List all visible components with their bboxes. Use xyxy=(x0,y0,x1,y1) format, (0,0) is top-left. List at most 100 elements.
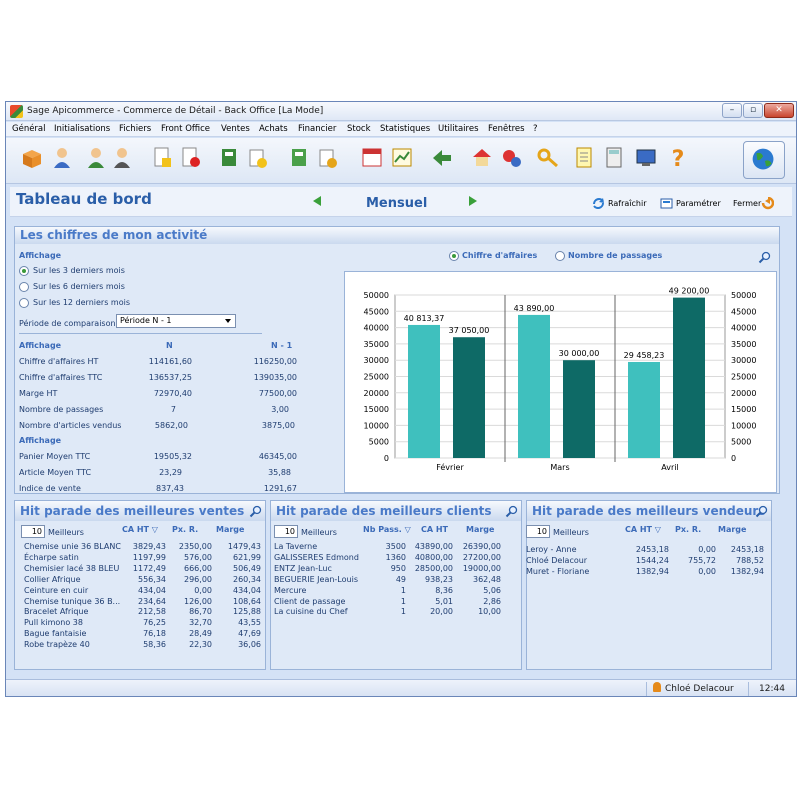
back-icon[interactable] xyxy=(430,144,454,172)
window-title: Sage Apicommerce - Commerce de Détail - … xyxy=(27,106,324,116)
menu-stock[interactable]: Stock xyxy=(347,124,371,134)
close-dashboard-button[interactable]: Fermer xyxy=(733,199,761,208)
y-tick-label: 35000 xyxy=(364,340,389,349)
list-item-name[interactable]: Mercure xyxy=(274,586,306,595)
menu-ventes[interactable]: Ventes xyxy=(221,124,250,134)
col-marge[interactable]: Marge xyxy=(466,525,494,534)
row-ca-ht-n1: 116250,00 xyxy=(253,357,297,366)
radio-visits[interactable] xyxy=(555,251,565,261)
invoice-icon[interactable] xyxy=(178,144,202,172)
list-item-name[interactable]: Muret - Floriane xyxy=(526,567,589,576)
col-ca-ht[interactable]: CA HT ▽ xyxy=(122,525,158,534)
list-item-name[interactable]: Robe trapèze 40 xyxy=(24,640,90,649)
menu-general[interactable]: Général xyxy=(12,124,46,134)
period-title: Mensuel xyxy=(366,196,428,211)
row-articles-label: Nombre d'articles vendus xyxy=(19,421,122,430)
exit-icon[interactable] xyxy=(761,197,774,210)
previous-period-arrow[interactable] xyxy=(313,196,321,206)
col-marge[interactable]: Marge xyxy=(216,525,244,534)
menu-statistiques[interactable]: Statistiques xyxy=(380,124,430,134)
help-icon[interactable]: ? xyxy=(666,144,690,172)
list-item-name[interactable]: Collier Afrique xyxy=(24,575,81,584)
list-item-name[interactable]: Écharpe satin xyxy=(24,553,79,562)
calculator-icon[interactable] xyxy=(602,144,626,172)
top-sales-count-label: Meilleurs xyxy=(48,528,84,537)
calendar-icon[interactable] xyxy=(360,144,384,172)
seller-icon[interactable] xyxy=(84,144,108,172)
list-item-name[interactable]: Ceinture en cuir xyxy=(24,586,88,595)
radio-revenue[interactable] xyxy=(449,251,459,261)
list-item-name[interactable]: ENTZ Jean-Luc xyxy=(274,564,332,573)
col-px-r[interactable]: Px. R. xyxy=(675,525,701,534)
top-sellers-count[interactable]: 10 xyxy=(526,525,550,538)
list-item-name[interactable]: Chloé Delacour xyxy=(526,556,587,565)
screen-icon[interactable] xyxy=(634,144,658,172)
row-indice-n1: 1291,67 xyxy=(263,484,297,493)
next-period-arrow[interactable] xyxy=(469,196,477,206)
revenue-chart: 0 0 5000 5000 10000 10000 15000 15000 20000 20000… xyxy=(344,271,777,493)
list-item-name[interactable]: La cuisine du Chef xyxy=(274,607,348,616)
top-sellers-title: Hit parade des meilleurs vendeurs xyxy=(527,501,771,521)
column-n1: N - 1 xyxy=(271,341,293,350)
y-tick-label: 40000 xyxy=(364,324,389,333)
menu-financier[interactable]: Financier xyxy=(298,124,336,134)
bar xyxy=(673,297,705,458)
document-icon[interactable] xyxy=(150,144,174,172)
settings-button[interactable]: Paramétrer xyxy=(676,199,721,208)
list-item-name[interactable]: Bague fantaisie xyxy=(24,629,86,638)
search-icon[interactable] xyxy=(505,505,518,518)
radio-6-months[interactable] xyxy=(19,282,29,292)
menu-fenetres[interactable]: Fenêtres xyxy=(488,124,525,134)
comparison-select[interactable]: Période N - 1 xyxy=(116,314,236,328)
maximize-button[interactable]: ▫ xyxy=(743,103,763,118)
search-icon[interactable] xyxy=(249,505,262,518)
radio-3-months[interactable] xyxy=(19,266,29,276)
menu-help[interactable]: ? xyxy=(533,124,538,134)
menu-front-office[interactable]: Front Office xyxy=(161,124,210,134)
y-tick-label: 50000 xyxy=(364,291,389,300)
refresh-icon[interactable] xyxy=(592,197,605,210)
money-user-icon[interactable] xyxy=(500,144,524,172)
zoom-chart-icon[interactable] xyxy=(758,251,771,264)
minimize-button[interactable]: – xyxy=(722,103,742,118)
search-icon[interactable] xyxy=(755,505,768,518)
menu-fichiers[interactable]: Fichiers xyxy=(119,124,151,134)
notes-icon[interactable] xyxy=(572,144,596,172)
top-clients-count[interactable]: 10 xyxy=(274,525,298,538)
col-marge[interactable]: Marge xyxy=(718,525,746,534)
close-window-button[interactable]: ✕ xyxy=(764,103,794,118)
globe-button[interactable] xyxy=(743,141,785,179)
box-icon[interactable] xyxy=(20,144,44,172)
col-ca-ht[interactable]: CA HT ▽ xyxy=(625,525,661,534)
list-item-name[interactable]: Pull kimono 38 xyxy=(24,618,83,627)
refresh-button[interactable]: Rafraîchir xyxy=(608,199,647,208)
list-item-name[interactable]: Leroy - Anne xyxy=(526,545,577,554)
list-item-name[interactable]: Bracelet Afrique xyxy=(24,607,88,616)
home-icon[interactable] xyxy=(470,144,494,172)
list-item-name[interactable]: Client de passage xyxy=(274,597,345,606)
list-item-value: 10,00 xyxy=(478,607,501,617)
menu-achats[interactable]: Achats xyxy=(259,124,288,134)
order-icon[interactable] xyxy=(288,144,312,172)
bar xyxy=(563,360,595,458)
list-item-name[interactable]: La Taverne xyxy=(274,542,317,551)
top-sales-count[interactable]: 10 xyxy=(21,525,45,538)
user-icon[interactable] xyxy=(110,144,134,172)
col-px-r[interactable]: Px. R. xyxy=(172,525,198,534)
settings-icon[interactable] xyxy=(660,197,673,210)
coins-icon[interactable] xyxy=(316,144,340,172)
register-icon[interactable] xyxy=(218,144,242,172)
col-nb-pass[interactable]: Nb Pass. ▽ xyxy=(363,525,411,534)
chart-icon[interactable] xyxy=(390,144,414,172)
menu-utilitaires[interactable]: Utilitaires xyxy=(438,124,479,134)
row-articles-n: 5862,00 xyxy=(154,421,188,430)
key-icon[interactable] xyxy=(536,144,560,172)
cash-icon[interactable] xyxy=(246,144,270,172)
client-icon[interactable] xyxy=(50,144,74,172)
radio-12-months[interactable] xyxy=(19,298,29,308)
data-label: 29 458,23 xyxy=(624,351,665,360)
col-ca-ht[interactable]: CA HT xyxy=(421,525,448,534)
title-bar[interactable]: Sage Apicommerce - Commerce de Détail - … xyxy=(6,102,796,121)
menu-initialisations[interactable]: Initialisations xyxy=(54,124,110,134)
averages-heading: Affichage xyxy=(19,436,62,445)
